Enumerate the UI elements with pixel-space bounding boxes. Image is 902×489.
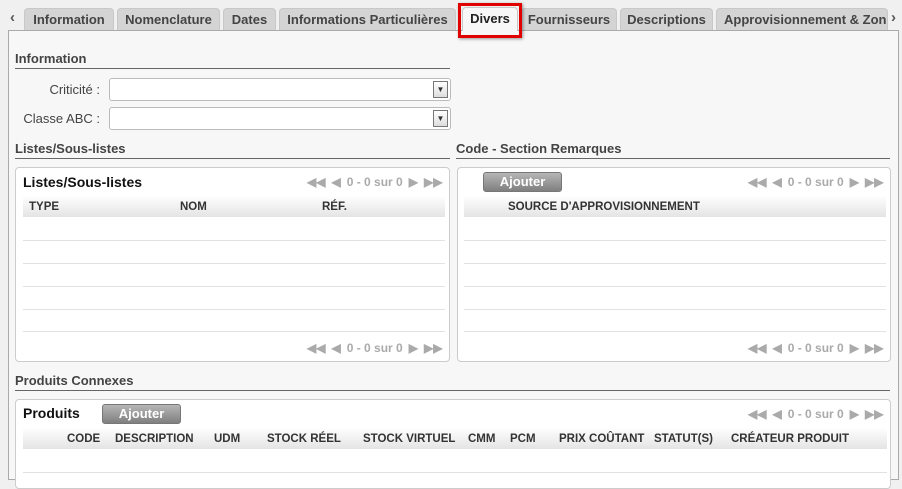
column-header[interactable]: DESCRIPTION <box>115 429 194 449</box>
last-page-icon[interactable]: ▶▶ <box>424 341 442 355</box>
column-header[interactable]: CODE <box>67 429 100 449</box>
last-page-icon[interactable]: ▶▶ <box>865 175 883 189</box>
pager-text: 0 - 0 sur 0 <box>346 175 403 189</box>
code-pager-top: ◀◀ ◀ 0 - 0 sur 0 ▶ ▶▶ <box>745 175 886 189</box>
first-page-icon[interactable]: ◀◀ <box>307 341 325 355</box>
pager-text: 0 - 0 sur 0 <box>787 175 844 189</box>
classe-abc-select[interactable]: ▼ <box>109 107 451 130</box>
first-page-icon[interactable]: ◀◀ <box>748 407 766 421</box>
produits-add-button[interactable]: Ajouter <box>102 404 181 424</box>
table-row <box>23 309 445 310</box>
column-header[interactable]: PCM <box>510 429 536 449</box>
last-page-icon[interactable]: ▶▶ <box>865 341 883 355</box>
table-row <box>464 240 886 241</box>
column-header[interactable]: CMM <box>468 429 495 449</box>
prev-page-icon[interactable]: ◀ <box>772 407 781 421</box>
information-section-title: Information <box>15 51 450 69</box>
pager-text: 0 - 0 sur 0 <box>787 341 844 355</box>
column-header[interactable]: NOM <box>180 197 207 217</box>
chevron-down-icon[interactable]: ▼ <box>433 110 448 127</box>
table-row <box>23 240 445 241</box>
listes-header-row: TYPE NOM RÉF. <box>23 197 445 217</box>
code-pager-bottom: ◀◀ ◀ 0 - 0 sur 0 ▶ ▶▶ <box>745 341 886 355</box>
table-row <box>464 263 886 264</box>
listes-grid-title: Listes/Sous-listes <box>23 174 143 190</box>
listes-pager-bottom: ◀◀ ◀ 0 - 0 sur 0 ▶ ▶▶ <box>304 341 445 355</box>
column-header[interactable]: STOCK RÉEL <box>267 429 341 449</box>
prev-page-icon[interactable]: ◀ <box>772 341 781 355</box>
produits-grid: Produits Ajouter ◀◀ ◀ 0 - 0 sur 0 ▶ ▶▶ CODE … <box>15 399 891 489</box>
column-header[interactable]: PRIX COÛTANT <box>559 429 644 449</box>
column-header[interactable]: STATUT(S) <box>654 429 713 449</box>
next-page-icon[interactable]: ▶ <box>850 175 859 189</box>
table-row <box>464 331 886 332</box>
classe-abc-label: Classe ABC : <box>23 111 100 126</box>
produits-grid-title: Produits <box>23 405 80 421</box>
table-row <box>464 309 886 310</box>
first-page-icon[interactable]: ◀◀ <box>748 341 766 355</box>
produits-pager-top: ◀◀ ◀ 0 - 0 sur 0 ▶ ▶▶ <box>745 407 886 421</box>
table-row <box>23 331 445 332</box>
listes-pager-top: ◀◀ ◀ 0 - 0 sur 0 ▶ ▶▶ <box>304 175 445 189</box>
next-page-icon[interactable]: ▶ <box>850 341 859 355</box>
table-row <box>23 263 445 264</box>
first-page-icon[interactable]: ◀◀ <box>307 175 325 189</box>
code-add-button[interactable]: Ajouter <box>483 172 562 192</box>
listes-section-title: Listes/Sous-listes <box>15 141 450 159</box>
column-header[interactable]: SOURCE D'APPROVISIONNEMENT <box>508 197 700 217</box>
last-page-icon[interactable]: ▶▶ <box>865 407 883 421</box>
prev-page-icon[interactable]: ◀ <box>331 341 340 355</box>
table-row <box>464 286 886 287</box>
first-page-icon[interactable]: ◀◀ <box>748 175 766 189</box>
criticite-select[interactable]: ▼ <box>109 78 451 101</box>
chevron-down-icon[interactable]: ▼ <box>433 81 448 98</box>
last-page-icon[interactable]: ▶▶ <box>424 175 442 189</box>
table-row <box>23 286 445 287</box>
pager-text: 0 - 0 sur 0 <box>787 407 844 421</box>
prev-page-icon[interactable]: ◀ <box>331 175 340 189</box>
pager-text: 0 - 0 sur 0 <box>346 341 403 355</box>
column-header[interactable]: TYPE <box>29 197 59 217</box>
column-header[interactable]: UDM <box>214 429 240 449</box>
code-section-title: Code - Section Remarques <box>456 141 890 159</box>
produits-section-title: Produits Connexes <box>15 373 890 391</box>
prev-page-icon[interactable]: ◀ <box>772 175 781 189</box>
column-header[interactable]: STOCK VIRTUEL <box>363 429 455 449</box>
column-header[interactable]: CRÉATEUR PRODUIT <box>731 429 849 449</box>
code-grid: Ajouter ◀◀ ◀ 0 - 0 sur 0 ▶ ▶▶ SOURCE D'APPRO… <box>457 167 891 362</box>
next-page-icon[interactable]: ▶ <box>409 175 418 189</box>
next-page-icon[interactable]: ▶ <box>409 341 418 355</box>
next-page-icon[interactable]: ▶ <box>850 407 859 421</box>
produits-header-row: CODE DESCRIPTION UDM STOCK RÉEL STOCK VI… <box>23 429 887 449</box>
column-header[interactable]: RÉF. <box>322 197 347 217</box>
criticite-label: Criticité : <box>49 82 100 97</box>
code-header-row: SOURCE D'APPROVISIONNEMENT <box>464 197 886 217</box>
listes-grid: Listes/Sous-listes ◀◀ ◀ 0 - 0 sur 0 ▶ ▶▶ TYP… <box>15 167 450 362</box>
